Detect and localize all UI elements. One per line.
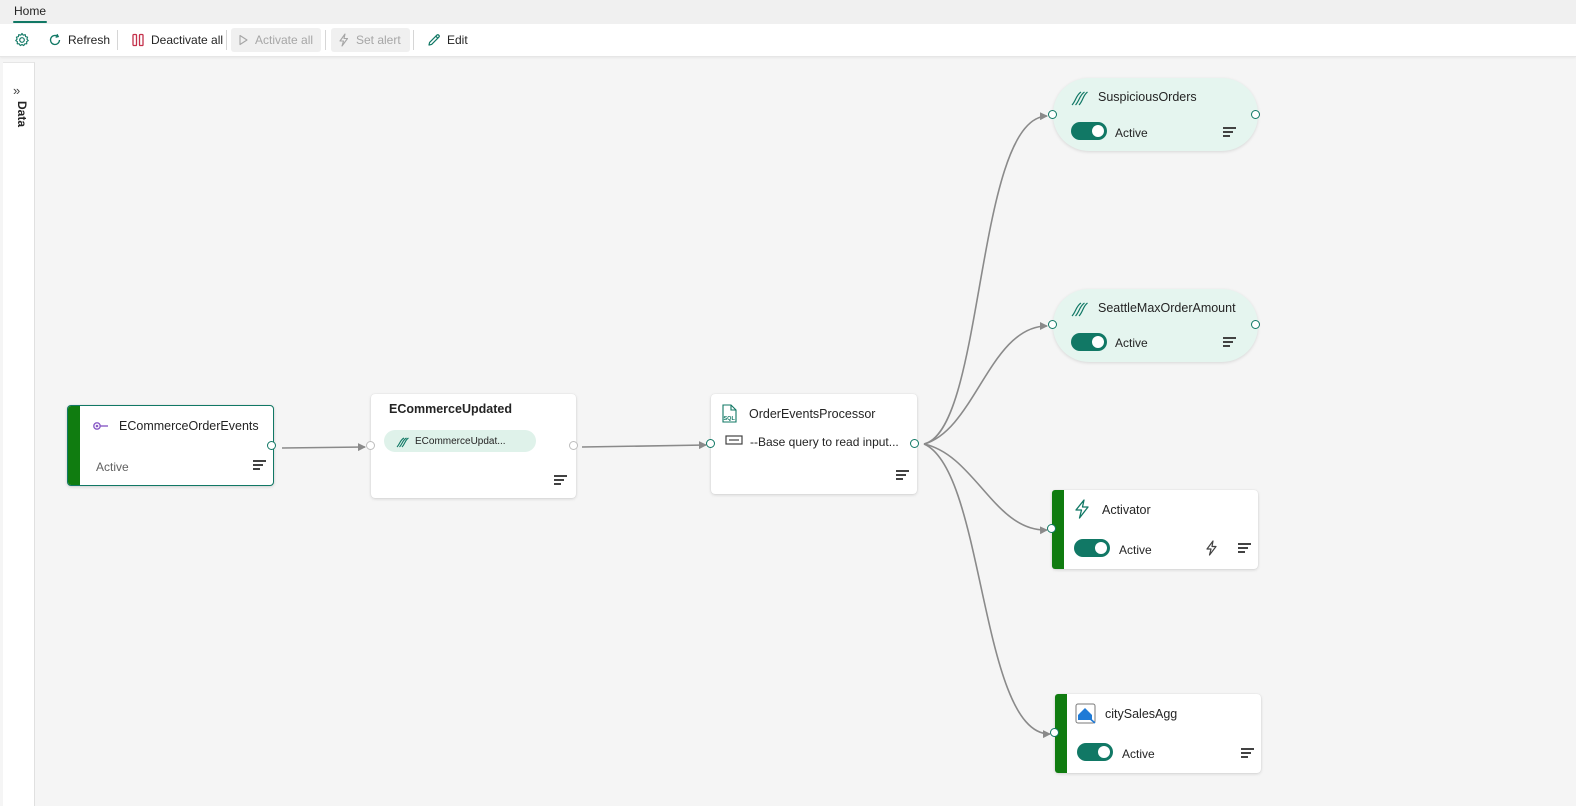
output-port[interactable] [910, 439, 919, 448]
input-port[interactable] [1047, 524, 1056, 533]
lakehouse-icon [1075, 703, 1096, 724]
edge-to-activator [923, 443, 1048, 535]
suspicious-orders-title: SuspiciousOrders [1098, 90, 1197, 104]
source-node-status: Active [96, 460, 129, 474]
stream-chip-label: ECommerceUpdat... [415, 435, 506, 447]
active-status-bar [68, 406, 80, 485]
lightning-icon [1075, 499, 1089, 519]
edge-stream-to-processor [581, 441, 707, 450]
activator-node[interactable]: Activator Active [1052, 490, 1258, 569]
seattle-max-order-title: SeattleMaxOrderAmount [1098, 301, 1236, 315]
output-port[interactable] [1251, 320, 1260, 329]
output-port[interactable] [267, 441, 276, 450]
event-source-icon [93, 422, 108, 430]
seattle-max-order-node[interactable]: SeattleMaxOrderAmount Active [1053, 289, 1258, 362]
node-menu-icon[interactable] [1223, 127, 1236, 137]
city-sales-agg-title: citySalesAgg [1105, 707, 1178, 721]
node-menu-icon[interactable] [1241, 748, 1254, 758]
input-port[interactable] [706, 439, 715, 448]
node-menu-icon[interactable] [253, 460, 266, 470]
input-port[interactable] [1048, 110, 1057, 119]
stream-icon [1071, 91, 1088, 106]
stream-icon [1071, 302, 1088, 317]
svg-text:SQL: SQL [724, 416, 736, 422]
output-port[interactable] [1251, 110, 1260, 119]
stream-icon [396, 437, 409, 447]
source-node-title: ECommerceOrderEvents [119, 419, 259, 433]
seattle-max-order-status: Active [1115, 336, 1148, 350]
input-port[interactable] [366, 441, 375, 450]
active-toggle[interactable] [1077, 743, 1113, 761]
query-icon [725, 435, 743, 445]
stream-chip[interactable]: ECommerceUpdat... [384, 430, 536, 452]
stream-node[interactable]: ECommerceUpdated ECommerceUpdat... [371, 394, 576, 498]
processor-query-preview: --Base query to read input... [750, 435, 899, 449]
node-menu-icon[interactable] [1223, 337, 1236, 347]
active-toggle[interactable] [1071, 333, 1107, 351]
activator-status: Active [1119, 543, 1152, 557]
node-menu-icon[interactable] [554, 475, 567, 485]
sql-file-icon: SQL [722, 404, 737, 423]
suspicious-orders-node[interactable]: SuspiciousOrders Active [1053, 78, 1258, 151]
activator-title: Activator [1102, 503, 1151, 517]
city-sales-agg-status: Active [1122, 747, 1155, 761]
alert-lightning-icon[interactable] [1205, 540, 1218, 556]
edge-to-city [923, 443, 1051, 739]
input-port[interactable] [1050, 728, 1059, 737]
active-toggle[interactable] [1071, 122, 1107, 140]
node-menu-icon[interactable] [896, 470, 909, 480]
city-sales-agg-node[interactable]: citySalesAgg Active [1055, 694, 1261, 773]
node-menu-icon[interactable] [1238, 543, 1251, 553]
source-node[interactable]: ECommerceOrderEvents Active [67, 405, 274, 486]
input-port[interactable] [1048, 320, 1057, 329]
processor-node[interactable]: SQL OrderEventsProcessor --Base query to… [711, 394, 917, 494]
edge-source-to-stream [281, 443, 366, 452]
stream-node-title: ECommerceUpdated [389, 402, 512, 416]
edge-to-seattle [923, 322, 1048, 445]
suspicious-orders-status: Active [1115, 126, 1148, 140]
output-port[interactable] [569, 441, 578, 450]
processor-node-title: OrderEventsProcessor [749, 407, 876, 421]
active-toggle[interactable] [1074, 539, 1110, 557]
edge-to-suspicious [923, 112, 1048, 445]
